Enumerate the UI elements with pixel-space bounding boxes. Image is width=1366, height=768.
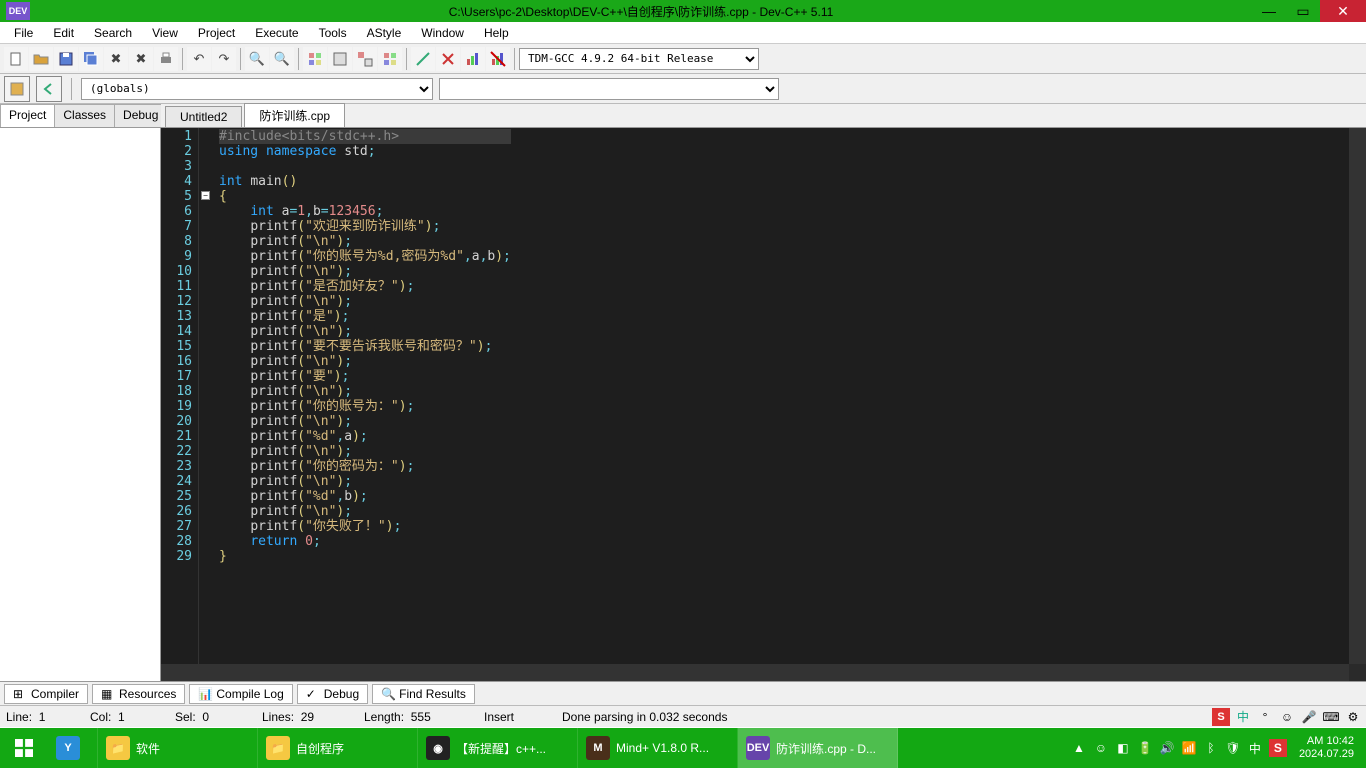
menu-help[interactable]: Help	[474, 24, 519, 42]
horizontal-scrollbar[interactable]	[161, 664, 1349, 681]
redo-button[interactable]: ↷	[212, 47, 236, 71]
scroll-corner	[1349, 664, 1366, 681]
delete-profile-button[interactable]	[486, 47, 510, 71]
sidebar-tab-project[interactable]: Project	[0, 104, 55, 127]
profile-button[interactable]	[461, 47, 485, 71]
class-select[interactable]	[439, 78, 779, 100]
bottom-panel-tabs: ⊞Compiler▦Resources📊Compile Log✓Debug🔍Fi…	[0, 681, 1366, 705]
maximize-button[interactable]: ▭	[1286, 0, 1320, 22]
line-gutter: 1234567891011121314151617181920212223242…	[161, 128, 199, 681]
stop-button[interactable]	[436, 47, 460, 71]
undo-button[interactable]: ↶	[187, 47, 211, 71]
code-editor[interactable]: 1234567891011121314151617181920212223242…	[161, 128, 1366, 681]
tray-network-icon[interactable]: 📶	[1181, 740, 1197, 756]
minimize-button[interactable]: —	[1252, 0, 1286, 22]
scope-select[interactable]: (globals)	[81, 78, 433, 100]
close-all-button[interactable]: ✖	[129, 47, 153, 71]
taskbar-item[interactable]: MMind+ V1.8.0 R...	[578, 728, 738, 768]
status-bar: Line: 1 Col: 1 Sel: 0 Lines: 29 Length: …	[0, 705, 1366, 727]
menu-window[interactable]: Window	[411, 24, 474, 42]
editor-tab[interactable]: 防诈训练.cpp	[244, 103, 345, 127]
fold-column: −	[199, 128, 213, 681]
main-toolbar: ✖ ✖ ↶ ↷ 🔍 🔍 TDM-GCC 4.9.2 64-bit Release	[0, 44, 1366, 74]
taskbar-item[interactable]: Y	[48, 728, 98, 768]
gear-icon[interactable]: ⚙	[1344, 708, 1362, 726]
status-col: Col: 1	[90, 710, 125, 724]
bottom-tab-compiler[interactable]: ⊞Compiler	[4, 684, 88, 704]
status-length: Length: 555	[364, 710, 431, 724]
title-bar: DEV C:\Users\pc-2\Desktop\DEV-C++\自创程序\防…	[0, 0, 1366, 22]
status-lines: Lines: 29	[262, 710, 314, 724]
open-button[interactable]	[29, 47, 53, 71]
menu-tools[interactable]: Tools	[309, 24, 357, 42]
tray-shield-icon[interactable]: 🛡	[1225, 740, 1241, 756]
goto-func-button[interactable]	[4, 76, 30, 102]
bottom-tab-resources[interactable]: ▦Resources	[92, 684, 185, 704]
menu-astyle[interactable]: AStyle	[357, 24, 412, 42]
mic-icon[interactable]: 🎤	[1300, 708, 1318, 726]
status-mode: Insert	[484, 710, 514, 724]
emoji-icon[interactable]: ☺	[1278, 708, 1296, 726]
window-title: C:\Users\pc-2\Desktop\DEV-C++\自创程序\防诈训练.…	[30, 3, 1252, 20]
tray-battery-icon[interactable]: 🔋	[1137, 740, 1153, 756]
menu-view[interactable]: View	[142, 24, 188, 42]
taskbar-clock[interactable]: AM 10:42 2024.07.29	[1293, 735, 1360, 761]
menu-file[interactable]: File	[4, 24, 43, 42]
menu-project[interactable]: Project	[188, 24, 245, 42]
debug-button[interactable]	[411, 47, 435, 71]
tray-app2-icon[interactable]: ◧	[1115, 740, 1131, 756]
compile-button[interactable]	[303, 47, 327, 71]
back-button[interactable]	[36, 76, 62, 102]
code-lines[interactable]: #include<bits/stdc++.h>using namespace s…	[213, 128, 511, 681]
app-icon: DEV	[6, 2, 30, 20]
sidebar-body	[0, 128, 160, 681]
sidebar-tab-classes[interactable]: Classes	[54, 104, 115, 127]
sidebar-tab-debug[interactable]: Debug	[114, 104, 167, 127]
save-button[interactable]	[54, 47, 78, 71]
editor-tabs: Untitled2防诈训练.cpp	[161, 104, 1366, 128]
taskbar-item[interactable]: 📁软件	[98, 728, 258, 768]
taskbar-item[interactable]: DEV防诈训练.cpp - D...	[738, 728, 898, 768]
status-message: Done parsing in 0.032 seconds	[562, 710, 727, 724]
find-button[interactable]: 🔍	[245, 47, 269, 71]
tray-bt-icon[interactable]: ᛒ	[1203, 740, 1219, 756]
punct-icon[interactable]: °	[1256, 708, 1274, 726]
tray-up-icon[interactable]: ▲	[1071, 740, 1087, 756]
run-button[interactable]	[328, 47, 352, 71]
new-file-button[interactable]	[4, 47, 28, 71]
status-sel: Sel: 0	[175, 710, 209, 724]
menu-bar: FileEditSearchViewProjectExecuteToolsASt…	[0, 22, 1366, 44]
print-button[interactable]	[154, 47, 178, 71]
sidebar: ProjectClassesDebug	[0, 104, 161, 681]
status-line: Line: 1	[0, 710, 51, 724]
tray-speaker-icon[interactable]: 🔊	[1159, 740, 1175, 756]
replace-button[interactable]: 🔍	[270, 47, 294, 71]
tray-s-icon[interactable]: S	[1269, 739, 1287, 757]
close-file-button[interactable]: ✖	[104, 47, 128, 71]
lang-icon[interactable]: 中	[1234, 708, 1252, 726]
menu-execute[interactable]: Execute	[245, 24, 308, 42]
taskbar-item[interactable]: 📁自创程序	[258, 728, 418, 768]
compile-run-button[interactable]	[353, 47, 377, 71]
bottom-tab-find-results[interactable]: 🔍Find Results	[372, 684, 475, 704]
rebuild-button[interactable]	[378, 47, 402, 71]
menu-edit[interactable]: Edit	[43, 24, 84, 42]
tray-ime-icon[interactable]: 中	[1247, 740, 1263, 756]
menu-search[interactable]: Search	[84, 24, 142, 42]
kbd-icon[interactable]: ⌨	[1322, 708, 1340, 726]
system-tray: ▲ ☺ ◧ 🔋 🔊 📶 ᛒ 🛡 中 S AM 10:42 2024.07.29	[1071, 735, 1366, 761]
save-all-button[interactable]	[79, 47, 103, 71]
tray-app1-icon[interactable]: ☺	[1093, 740, 1109, 756]
taskbar-item[interactable]: ◉【新提醒】c++...	[418, 728, 578, 768]
scope-toolbar: (globals)	[0, 74, 1366, 104]
bottom-tab-debug[interactable]: ✓Debug	[297, 684, 368, 704]
start-button[interactable]	[0, 728, 48, 768]
taskbar: Y📁软件📁自创程序◉【新提醒】c++...MMind+ V1.8.0 R...D…	[0, 728, 1366, 768]
ime-icon[interactable]: S	[1212, 708, 1230, 726]
close-button[interactable]: ✕	[1320, 0, 1366, 22]
editor-tab[interactable]: Untitled2	[165, 106, 242, 127]
vertical-scrollbar[interactable]	[1349, 128, 1366, 664]
compiler-select[interactable]: TDM-GCC 4.9.2 64-bit Release	[519, 48, 759, 70]
bottom-tab-compile-log[interactable]: 📊Compile Log	[189, 684, 292, 704]
